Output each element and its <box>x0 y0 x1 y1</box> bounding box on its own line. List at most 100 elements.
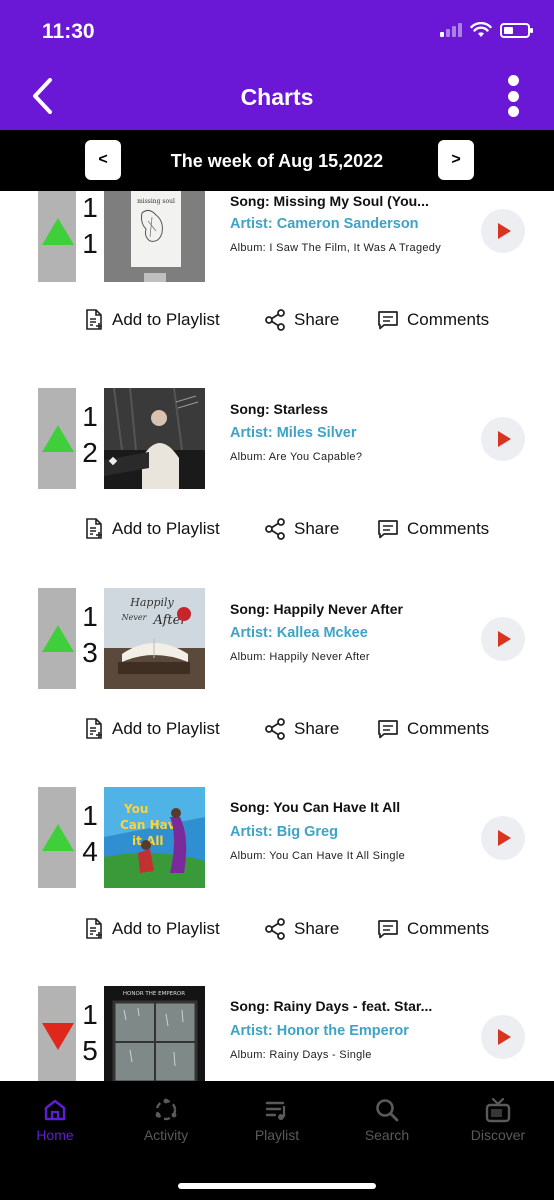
artist-name[interactable]: Artist: Miles Silver <box>230 425 357 441</box>
add-to-playlist-label: Add to Playlist <box>112 919 220 938</box>
tab-activity[interactable]: Activity <box>121 1093 211 1143</box>
cover-title: You <box>123 802 148 816</box>
cover-title: Happily <box>129 596 174 609</box>
tab-label: Search <box>364 1127 410 1143</box>
share-icon <box>265 309 285 331</box>
add-to-playlist-label: Add to Playlist <box>112 719 220 738</box>
play-button[interactable] <box>481 816 525 860</box>
share-label: Share <box>294 719 340 738</box>
home-indicator <box>178 1183 376 1189</box>
share-button[interactable]: Share <box>264 300 339 340</box>
status-time: 11:30 <box>42 20 95 43</box>
comments-icon <box>378 920 398 939</box>
rank-ones: 2 <box>82 437 98 468</box>
cover-title: missing soul <box>137 198 175 205</box>
album-cover[interactable] <box>104 388 205 489</box>
wifi-icon <box>470 22 492 37</box>
tv-icon <box>485 1097 511 1123</box>
tab-label: Activity <box>143 1127 189 1143</box>
add-to-playlist-label: Add to Playlist <box>112 519 220 538</box>
rank-tens: 1 <box>82 999 98 1030</box>
rank-tens: 1 <box>82 192 98 223</box>
comments-icon <box>378 520 398 539</box>
rank-ones: 5 <box>82 1035 98 1066</box>
search-icon <box>376 1099 399 1122</box>
tab-search[interactable]: Search <box>342 1093 432 1143</box>
app-header: 11:30 Charts <box>0 0 554 130</box>
dot-icon <box>507 106 519 117</box>
play-button[interactable] <box>481 1015 525 1059</box>
share-button[interactable]: Share <box>264 509 339 549</box>
share-button[interactable]: Share <box>264 709 339 749</box>
album-name: Album: Rainy Days - Single <box>230 1049 372 1061</box>
comments-button[interactable]: Comments <box>377 909 489 949</box>
comments-label: Comments <box>407 919 490 938</box>
page-title: Charts <box>240 84 314 110</box>
comments-label: Comments <box>407 519 490 538</box>
trend-up-icon <box>42 218 74 245</box>
comments-button[interactable]: Comments <box>377 509 489 549</box>
share-label: Share <box>294 310 340 329</box>
trend-up-icon <box>42 824 74 851</box>
add-to-playlist-button[interactable]: Add to Playlist <box>84 709 220 749</box>
song-title: Song: Missing My Soul (You... <box>230 193 429 209</box>
album-cover[interactable]: missing soul <box>104 191 205 282</box>
battery-icon <box>500 22 533 38</box>
share-icon <box>265 518 285 540</box>
song-title: Song: Starless <box>230 401 329 417</box>
add-to-playlist-button[interactable]: Add to Playlist <box>84 509 220 549</box>
playlist-icon <box>265 1101 286 1120</box>
play-button[interactable] <box>481 209 525 253</box>
playlist-add-icon <box>86 518 102 539</box>
playlist-add-icon <box>86 918 102 939</box>
trend-up-icon <box>42 625 74 652</box>
comments-icon <box>378 720 398 739</box>
album-cover[interactable]: You Can Have it All <box>104 787 205 888</box>
artist-name[interactable]: Artist: Cameron Sanderson <box>230 216 419 232</box>
status-icons <box>440 22 533 38</box>
share-icon <box>265 918 285 940</box>
week-selector: < The week of Aug 15,2022 > <box>0 130 554 191</box>
add-to-playlist-button[interactable]: Add to Playlist <box>84 909 220 949</box>
artist-name[interactable]: Artist: Kallea Mckee <box>230 625 368 641</box>
entry-actions: Add to Playlist Share Comments <box>0 709 554 749</box>
tab-label: Playlist <box>254 1127 300 1143</box>
add-to-playlist-button[interactable]: Add to Playlist <box>84 300 220 340</box>
tab-home[interactable]: Home <box>10 1093 100 1143</box>
artist-name[interactable]: Artist: Honor the Emperor <box>230 1023 409 1039</box>
rank-trend-column <box>38 986 76 1081</box>
trend-down-icon <box>42 1023 74 1050</box>
comments-button[interactable]: Comments <box>377 709 489 749</box>
album-cover[interactable]: Happily Never After <box>104 588 205 689</box>
comments-icon <box>378 311 398 330</box>
playlist-add-icon <box>86 718 102 739</box>
next-week-button[interactable]: > <box>438 140 474 180</box>
rank-trend-column <box>38 787 76 888</box>
tab-discover[interactable]: Discover <box>453 1093 543 1143</box>
share-button[interactable]: Share <box>264 909 339 949</box>
play-button[interactable] <box>481 617 525 661</box>
album-cover[interactable]: HONOR THE EMPEROR <box>104 986 205 1081</box>
activity-icon <box>155 1098 177 1121</box>
share-label: Share <box>294 519 340 538</box>
artist-name[interactable]: Artist: Big Greg <box>230 824 338 840</box>
rank-tens: 1 <box>82 800 98 831</box>
entry-actions: Add to Playlist Share Comments <box>0 300 554 340</box>
dot-icon <box>507 75 519 86</box>
tab-playlist[interactable]: Playlist <box>232 1093 322 1143</box>
rank-trend-column <box>38 388 76 489</box>
chart-entry: 1 2 Song: Starless Artist: Miles Silver … <box>0 388 554 588</box>
song-title: Song: Happily Never After <box>230 601 403 617</box>
tab-label: Discover <box>470 1127 526 1143</box>
chart-list[interactable]: 1 1 missing soul Song: Missing My Soul (… <box>0 191 554 1081</box>
chart-entry: 1 4 You Can Have it All Song: You Can Ha… <box>0 787 554 987</box>
rank-ones: 1 <box>82 228 98 259</box>
tab-label: Home <box>36 1127 74 1143</box>
play-button[interactable] <box>481 417 525 461</box>
chart-entry: 1 1 missing soul Song: Missing My Soul (… <box>0 191 554 381</box>
chart-entry: 1 3 Happily Never After Song: Happily Ne… <box>0 588 554 788</box>
trend-up-icon <box>42 425 74 452</box>
more-options-button[interactable] <box>506 75 520 117</box>
comments-button[interactable]: Comments <box>377 300 489 340</box>
home-icon <box>44 1099 66 1121</box>
